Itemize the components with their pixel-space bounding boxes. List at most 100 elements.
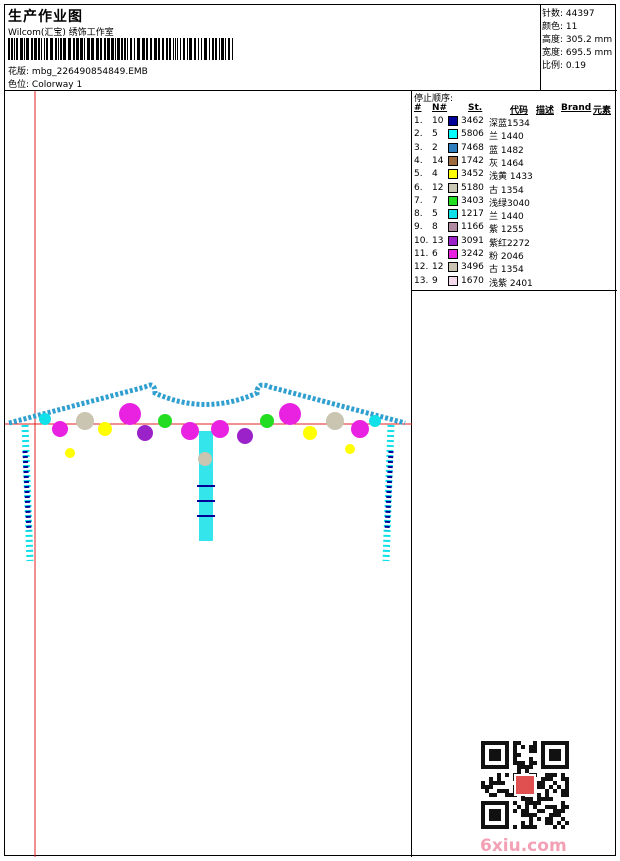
row-code: 兰 1440: [489, 212, 524, 223]
row-needle: 6: [432, 249, 438, 259]
thread-stop-panel: 停止顺序: # N# St. 代码 描述 Brand 元素 1. 10 3462 深蓝…: [412, 91, 617, 291]
design-canvas: [5, 91, 412, 857]
row-code: 浅紫 2401: [489, 278, 533, 289]
embroidery-preview: [5, 91, 412, 857]
row-code: 深蓝1534: [489, 119, 530, 129]
color-swatch: [448, 129, 458, 140]
stat-stitches: 针数: 44397: [542, 9, 595, 19]
row-code: 古 1354: [489, 265, 524, 276]
row-needle: 7: [432, 195, 438, 206]
row-needle: 14: [432, 155, 444, 166]
col-header-element: 元素: [593, 106, 612, 116]
col-header-needle: N#: [432, 103, 448, 113]
row-stitches: 3242: [461, 249, 484, 259]
col-header-description: 描述: [536, 106, 555, 116]
thread-row: 11. 6 3242 粉 2046: [412, 249, 617, 262]
row-code: 蓝 1482: [489, 145, 524, 156]
row-stitches: 3462: [461, 116, 484, 126]
qr-code: [481, 741, 569, 829]
row-needle: 13: [432, 235, 444, 246]
col-header-index: #: [414, 103, 422, 113]
company-name: Wilcom(汇宝) 绣饰工作室: [8, 28, 114, 38]
page-title: 生产作业图: [8, 9, 83, 25]
row-code: 灰 1464: [489, 158, 524, 169]
colorway-line: 色位: Colorway 1: [8, 77, 82, 90]
row-stitches: 1217: [461, 209, 484, 220]
row-needle: 4: [432, 169, 438, 180]
color-swatch: [448, 235, 458, 246]
color-swatch: [448, 169, 458, 180]
row-needle: 12: [432, 262, 444, 273]
row-code: 浅黄 1433: [489, 172, 533, 183]
color-swatch: [448, 116, 458, 126]
row-needle: 10: [432, 116, 444, 126]
color-swatch: [448, 275, 458, 286]
row-index: 12.: [414, 262, 429, 273]
row-stitches: 5806: [461, 129, 484, 140]
thread-row: 12. 12 3496 古 1354: [412, 262, 617, 275]
thread-row: 2. 5 5806 兰 1440: [412, 129, 617, 142]
stat-colors: 颜色: 11: [542, 22, 578, 32]
color-swatch: [448, 262, 458, 273]
thread-row: 9. 8 1166 紫 1255: [412, 222, 617, 235]
row-index: 10.: [414, 235, 429, 246]
thread-row: 7. 7 3403 浅绿3040: [412, 195, 617, 209]
row-code: 浅绿3040: [489, 198, 530, 209]
col-header-code: 代码: [510, 106, 529, 116]
color-swatch: [448, 182, 458, 193]
thread-row: 6. 12 5180 古 1354: [412, 182, 617, 196]
row-stitches: 3403: [461, 195, 484, 206]
thread-row: 13. 9 1670 浅紫 2401: [412, 275, 617, 289]
row-needle: 12: [432, 182, 444, 193]
stat-scale: 比例: 0.19: [542, 61, 586, 71]
col-header-brand: Brand: [561, 103, 592, 113]
row-stitches: 1166: [461, 222, 484, 233]
barcode: [8, 38, 233, 60]
col-header-stitches: St.: [468, 103, 483, 113]
row-stitches: 1742: [461, 155, 484, 166]
colorway-label: 色位:: [8, 80, 30, 90]
row-index: 13.: [414, 275, 429, 286]
row-stitches: 3091: [461, 235, 484, 246]
row-needle: 8: [432, 222, 438, 233]
design-file-name: mbg_226490854849.EMB: [31, 67, 148, 77]
colorway-name: Colorway 1: [31, 80, 83, 90]
neckline-border: [8, 382, 406, 426]
thread-row: 3. 2 7468 蓝 1482: [412, 142, 617, 156]
row-needle: 9: [432, 275, 438, 286]
row-stitches: 3496: [461, 262, 484, 273]
thread-row: 10. 13 3091 紫红2272: [412, 235, 617, 249]
color-swatch: [448, 209, 458, 220]
header-block: 生产作业图 Wilcom(汇宝) 绣饰工作室 花版: mbg_226490854…: [5, 5, 541, 91]
thread-row: 4. 14 1742 灰 1464: [412, 155, 617, 169]
row-index: 6.: [414, 182, 423, 193]
row-code: 古 1354: [489, 185, 524, 196]
thread-row: 5. 4 3452 浅黄 1433: [412, 169, 617, 182]
row-index: 11.: [414, 249, 429, 259]
thread-row: 1. 10 3462 深蓝1534: [412, 116, 617, 129]
row-stitches: 3452: [461, 169, 484, 180]
row-index: 1.: [414, 116, 423, 126]
watermark-logo: 6xiu.com: [480, 836, 567, 856]
row-index: 7.: [414, 195, 423, 206]
color-swatch: [448, 142, 458, 153]
row-needle: 2: [432, 142, 438, 153]
row-stitches: 5180: [461, 182, 484, 193]
row-index: 2.: [414, 129, 423, 140]
row-index: 9.: [414, 222, 423, 233]
row-code: 兰 1440: [489, 132, 524, 143]
stat-height: 高度: 305.2 mm: [542, 35, 613, 45]
thread-row: 8. 5 1217 兰 1440: [412, 209, 617, 222]
row-needle: 5: [432, 129, 438, 140]
row-code: 紫红2272: [489, 238, 530, 249]
design-file-label: 花版:: [8, 67, 30, 77]
row-code: 紫 1255: [489, 225, 524, 236]
stat-width: 宽度: 695.5 mm: [542, 48, 613, 58]
color-swatch: [448, 249, 458, 259]
row-code: 粉 2046: [489, 252, 524, 262]
row-index: 5.: [414, 169, 423, 180]
design-file-line: 花版: mbg_226490854849.EMB: [8, 64, 148, 77]
color-swatch: [448, 195, 458, 206]
row-stitches: 7468: [461, 142, 484, 153]
row-stitches: 1670: [461, 275, 484, 286]
